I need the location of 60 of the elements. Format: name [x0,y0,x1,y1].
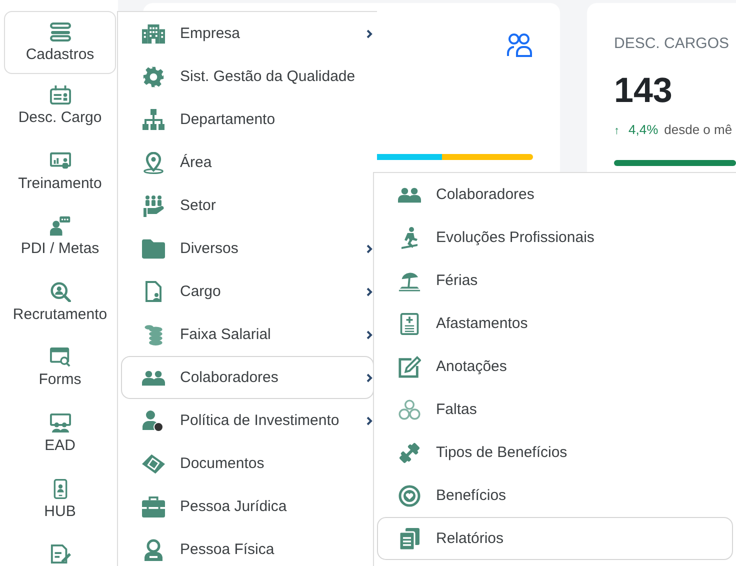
menu-item[interactable]: Política de Investimento [121,399,374,442]
id-card-icon [50,85,70,105]
menu-item[interactable]: Cargo [121,270,374,313]
menu-item[interactable]: Férias [377,259,733,302]
person-coin-icon [142,410,165,432]
menu-item[interactable]: Área [121,141,374,184]
person-icon [142,538,165,560]
menu-item[interactable]: Departamento [121,98,374,141]
menu-item[interactable]: Tipos de Benefícios [377,431,733,474]
org-chart-icon [142,108,165,130]
people-hand-icon [142,194,165,216]
menu-item[interactable]: Pessoa Jurídica [121,485,374,528]
card-title: DESC. CARGOS [614,35,730,52]
menu-item[interactable]: Setor [121,184,374,227]
location-pin-icon [142,152,165,174]
edit-icon [398,356,421,378]
menu-item[interactable]: Relatórios [377,517,733,560]
trend-arrow: ↑ [614,125,620,137]
classroom-icon [50,412,70,433]
people-icon [506,33,533,57]
folder-icon [142,238,165,260]
dumbbell-icon [398,442,421,464]
stat-value: 143 [614,73,672,108]
list-icon [50,22,70,42]
coin-stack-icon [142,324,165,346]
document-edit-icon [50,544,70,564]
briefcase-icon [142,496,165,518]
settings-icon [142,66,165,88]
menu-item[interactable]: Faixa Salarial [121,313,374,356]
sidebar-item[interactable]: HUB [4,468,116,534]
sidebar-item[interactable]: PDI / Metas [4,205,116,271]
documents-icon [398,528,421,550]
menu-item[interactable]: Evoluções Profissionais [377,216,733,259]
menu-item[interactable]: Sist. Gestão da Qualidade [121,55,374,98]
change-percent: 4,4% [628,122,658,137]
window-search-icon [50,347,70,368]
sidebar-item[interactable]: Forms [4,336,116,402]
circles-icon [398,398,421,420]
ticket-icon [142,452,165,474]
sidebar-item[interactable]: Treinamento [4,140,116,206]
menu-item[interactable]: Empresa [121,12,374,55]
menu-item[interactable]: Faltas [377,388,733,431]
menu-item[interactable]: Documentos [121,442,374,485]
person-chat-icon [50,216,70,236]
trend-caption: desde o mê [664,122,732,137]
menu-item[interactable]: Anotações [377,345,733,388]
sidebar-item[interactable]: EAD [4,402,116,468]
menu-item[interactable]: Colaboradores [377,173,733,216]
menu-item[interactable]: Pessoa Física [121,528,374,566]
medical-report-icon [398,312,421,334]
heart-circle-icon [398,484,421,506]
search-person-icon [50,282,70,302]
menu-item[interactable]: Afastamentos [377,302,733,345]
menu-item[interactable]: Benefícios [377,474,733,517]
building-icon [142,22,165,44]
sidebar-item[interactable]: Recrutamento [4,270,116,336]
sidebar-item[interactable]: Cadastros [4,11,116,74]
menu-item[interactable]: Diversos [121,227,374,270]
presentation-icon [50,150,70,171]
sidebar-item[interactable]: Desc. Cargo [4,74,116,140]
